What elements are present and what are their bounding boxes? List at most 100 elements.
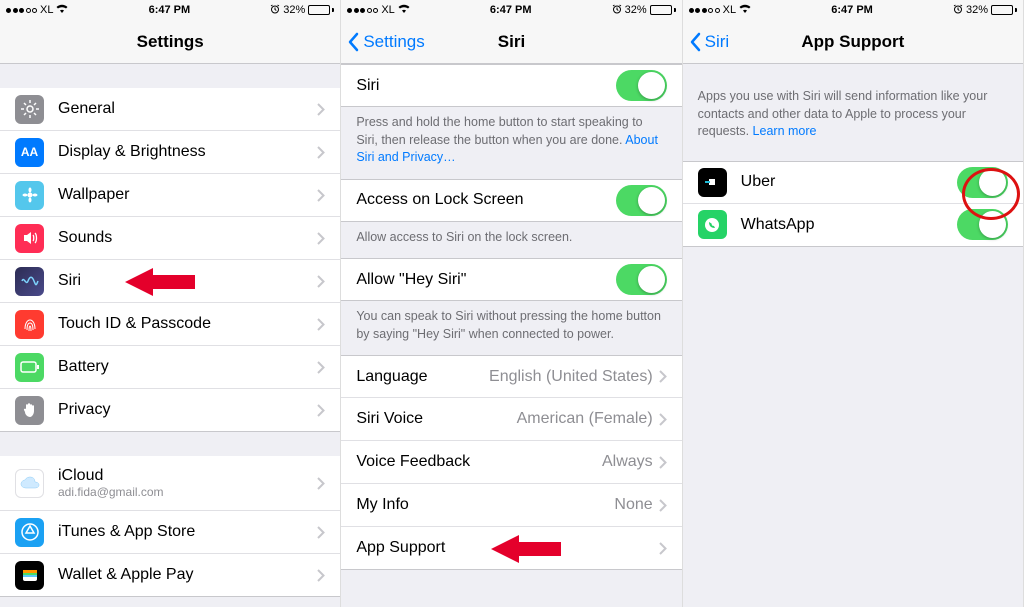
cell-label: Allow "Hey Siri" <box>356 271 615 289</box>
cell-label: Voice Feedback <box>356 453 602 471</box>
status-bar: XL 6:47 PM 32% <box>341 0 681 20</box>
chevron-right-icon <box>317 477 325 490</box>
cell-icloud[interactable]: iCloud adi.fida@gmail.com <box>0 456 340 511</box>
footer-hey-siri: You can speak to Siri without pressing t… <box>341 301 681 355</box>
signal-icon <box>347 8 378 13</box>
back-label: Siri <box>705 32 730 52</box>
toggle-siri[interactable] <box>616 70 667 101</box>
uber-app-icon <box>698 168 727 197</box>
wallet-icon <box>15 561 44 590</box>
footer-lockscreen: Allow access to Siri on the lock screen. <box>341 222 681 259</box>
cell-value: None <box>614 496 652 514</box>
cell-label: Language <box>356 368 489 386</box>
toggle-whatsapp[interactable] <box>957 209 1008 240</box>
cell-label: General <box>58 100 317 118</box>
cell-label: Display & Brightness <box>58 143 317 161</box>
cell-privacy[interactable]: Privacy <box>0 389 340 432</box>
cell-display-brightness[interactable]: AA Display & Brightness <box>0 131 340 174</box>
cell-wallpaper[interactable]: Wallpaper <box>0 174 340 217</box>
siri-icon <box>15 267 44 296</box>
battery-percent: 32% <box>283 4 305 16</box>
cell-label: Wallpaper <box>58 186 317 204</box>
carrier-label: XL <box>381 4 394 16</box>
cell-app-support[interactable]: App Support <box>341 527 681 570</box>
cell-label: My Info <box>356 496 614 514</box>
privacy-hand-icon <box>15 396 44 425</box>
wallpaper-icon <box>15 181 44 210</box>
toggle-hey-siri[interactable] <box>616 264 667 295</box>
signal-icon <box>689 8 720 13</box>
alarm-icon <box>953 4 963 17</box>
chevron-right-icon <box>317 275 325 288</box>
chevron-right-icon <box>317 404 325 417</box>
chevron-right-icon <box>659 456 667 469</box>
chevron-right-icon <box>659 370 667 383</box>
cell-touchid-passcode[interactable]: Touch ID & Passcode <box>0 303 340 346</box>
cell-language[interactable]: Language English (United States) <box>341 355 681 398</box>
page-title: Settings <box>137 32 204 52</box>
status-time: 6:47 PM <box>831 4 873 16</box>
chevron-right-icon <box>659 499 667 512</box>
carrier-label: XL <box>40 4 53 16</box>
cell-subtitle: adi.fida@gmail.com <box>58 485 317 499</box>
chevron-right-icon <box>659 413 667 426</box>
cell-label: App Support <box>356 539 658 557</box>
back-button[interactable]: Settings <box>347 20 424 64</box>
back-button[interactable]: Siri <box>689 20 730 64</box>
cell-label: iTunes & App Store <box>58 523 317 541</box>
gear-icon <box>15 95 44 124</box>
cloud-icon <box>15 469 44 498</box>
battery-percent: 32% <box>625 4 647 16</box>
appstore-icon <box>15 518 44 547</box>
cell-sounds[interactable]: Sounds <box>0 217 340 260</box>
cell-siri-voice[interactable]: Siri Voice American (Female) <box>341 398 681 441</box>
cell-hey-siri[interactable]: Allow "Hey Siri" <box>341 258 681 301</box>
wifi-icon <box>398 4 410 16</box>
cell-itunes-appstore[interactable]: iTunes & App Store <box>0 511 340 554</box>
cell-label: Touch ID & Passcode <box>58 315 317 333</box>
chevron-right-icon <box>317 232 325 245</box>
learn-more-link[interactable]: Learn more <box>753 124 817 138</box>
chevron-right-icon <box>317 103 325 116</box>
cell-lockscreen-access[interactable]: Access on Lock Screen <box>341 179 681 222</box>
chevron-right-icon <box>317 189 325 202</box>
cell-label: Battery <box>58 358 317 376</box>
cell-siri-enable[interactable]: Siri <box>341 64 681 107</box>
siri-settings-list[interactable]: Siri Press and hold the home button to s… <box>341 64 681 607</box>
chevron-right-icon <box>659 542 667 555</box>
cell-app-whatsapp[interactable]: WhatsApp <box>683 204 1023 247</box>
toggle-lockscreen[interactable] <box>616 185 667 216</box>
back-label: Settings <box>363 32 424 52</box>
cell-battery[interactable]: Battery <box>0 346 340 389</box>
whatsapp-app-icon <box>698 210 727 239</box>
battery-percent: 32% <box>966 4 988 16</box>
screen-settings: XL 6:47 PM 32% Settings General <box>0 0 341 607</box>
navbar: Settings <box>0 20 340 64</box>
screen-siri: XL 6:47 PM 32% Settings Siri Siri Press … <box>341 0 682 607</box>
cell-value: Always <box>602 453 653 471</box>
cell-voice-feedback[interactable]: Voice Feedback Always <box>341 441 681 484</box>
cell-general[interactable]: General <box>0 88 340 131</box>
cell-siri[interactable]: Siri <box>0 260 340 303</box>
cell-label: Siri Voice <box>356 410 516 428</box>
wifi-icon <box>56 4 68 16</box>
cell-label: Access on Lock Screen <box>356 191 615 209</box>
cell-label: WhatsApp <box>741 216 957 234</box>
chevron-right-icon <box>317 361 325 374</box>
screen-app-support: XL 6:47 PM 32% Siri App Support Apps you… <box>683 0 1024 607</box>
alarm-icon <box>270 4 280 17</box>
cell-app-uber[interactable]: Uber <box>683 161 1023 204</box>
status-time: 6:47 PM <box>149 4 191 16</box>
speaker-icon <box>15 224 44 253</box>
cell-label: Privacy <box>58 401 317 419</box>
signal-icon <box>6 8 37 13</box>
toggle-uber[interactable] <box>957 167 1008 198</box>
cell-wallet-applepay[interactable]: Wallet & Apple Pay <box>0 554 340 597</box>
chevron-right-icon <box>317 146 325 159</box>
settings-list[interactable]: General AA Display & Brightness Wallpape… <box>0 64 340 607</box>
cell-my-info[interactable]: My Info None <box>341 484 681 527</box>
chevron-right-icon <box>317 569 325 582</box>
app-support-list[interactable]: Apps you use with Siri will send informa… <box>683 64 1023 607</box>
battery-icon <box>650 5 676 15</box>
fingerprint-icon <box>15 310 44 339</box>
